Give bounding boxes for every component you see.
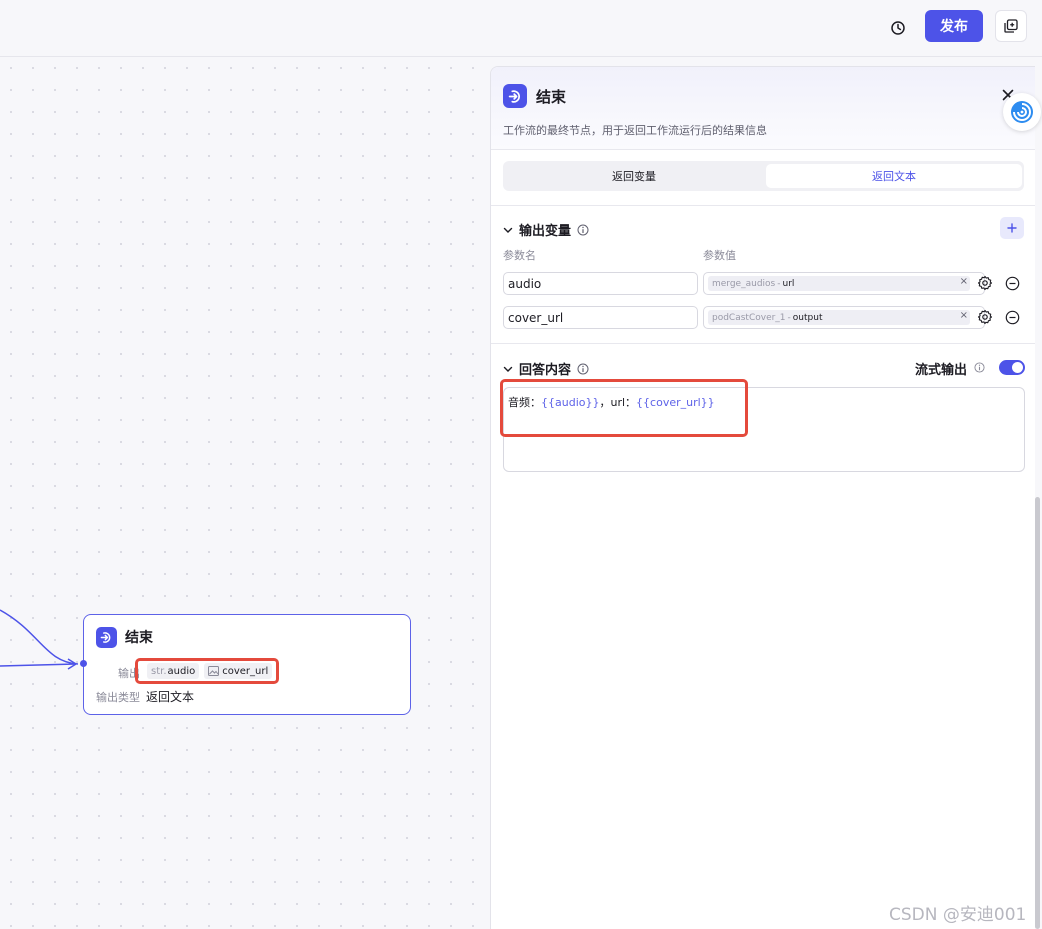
gear-icon[interactable] xyxy=(977,309,993,325)
input-port[interactable] xyxy=(80,660,87,667)
panel-header: 结束 工作流的最终节点，用于返回工作流运行后的结果信息 xyxy=(491,67,1035,150)
remove-row-icon[interactable] xyxy=(1005,310,1020,325)
panel-scrollbar[interactable] xyxy=(1035,497,1040,929)
chevron-down-icon xyxy=(503,366,513,372)
divider xyxy=(491,343,1035,344)
info-icon xyxy=(577,224,589,235)
info-icon xyxy=(577,363,589,374)
return-mode-tabs: 返回变量 返回文本 xyxy=(503,161,1024,191)
node-config-panel: 结束 工作流的最终节点，用于返回工作流运行后的结果信息 返回变量 返回文本 输出… xyxy=(490,66,1035,929)
section-title: 输出变量 xyxy=(519,224,572,239)
divider xyxy=(491,205,1035,206)
assistant-logo[interactable] xyxy=(1003,93,1041,131)
section-title: 回答内容 xyxy=(519,363,572,378)
end-node-icon xyxy=(503,84,527,108)
output-type-label: 输出类型 xyxy=(96,691,140,704)
end-node-icon xyxy=(96,627,117,648)
plus-icon xyxy=(1007,223,1017,233)
highlight-annotation xyxy=(500,379,748,437)
add-variable-button[interactable] xyxy=(1000,217,1024,239)
copy-icon xyxy=(1004,19,1018,33)
stream-output-label: 流式输出 xyxy=(915,363,968,378)
remove-reference-icon[interactable]: × xyxy=(960,276,968,287)
publish-button[interactable]: 发布 xyxy=(925,10,983,42)
gear-icon[interactable] xyxy=(977,275,993,291)
column-header-name: 参数名 xyxy=(503,249,536,262)
node-outputs: str. audio cover_url xyxy=(135,658,279,684)
swirl-logo-icon xyxy=(1011,101,1033,123)
param-value-select[interactable]: podCastCover_1 - output × xyxy=(703,306,985,329)
variable-reference-tag: merge_audios - url × xyxy=(708,276,970,291)
variable-reference-tag: podCastCover_1 - output × xyxy=(708,310,970,325)
end-node[interactable]: 结束 输出 str. audio cover_url 输出类型 返回文本 xyxy=(80,614,411,715)
param-name-input[interactable] xyxy=(503,272,698,295)
output-chip-cover-url: cover_url xyxy=(204,663,273,679)
copy-button[interactable] xyxy=(995,10,1027,42)
param-value-select[interactable]: merge_audios - url × xyxy=(703,272,985,295)
connection-edge xyxy=(0,609,79,670)
remove-row-icon[interactable] xyxy=(1005,276,1020,291)
history-button[interactable] xyxy=(884,14,912,42)
output-chip-audio: str. audio xyxy=(147,663,200,679)
info-icon xyxy=(974,362,985,373)
param-name-input[interactable] xyxy=(503,306,698,329)
image-icon xyxy=(208,666,220,676)
watermark: CSDN @安迪001 xyxy=(889,905,1027,925)
stream-output-toggle[interactable] xyxy=(999,360,1025,375)
tab-return-variables[interactable]: 返回变量 xyxy=(506,164,762,188)
node-title: 结束 xyxy=(125,630,153,646)
column-header-value: 参数值 xyxy=(703,249,736,262)
panel-description: 工作流的最终节点，用于返回工作流运行后的结果信息 xyxy=(503,124,767,137)
output-type-value: 返回文本 xyxy=(146,690,195,704)
remove-reference-icon[interactable]: × xyxy=(960,310,968,321)
output-variables-header[interactable]: 输出变量 xyxy=(503,220,589,239)
history-icon xyxy=(891,21,905,35)
panel-title: 结束 xyxy=(536,88,567,106)
chevron-down-icon xyxy=(503,227,513,233)
answer-content-header[interactable]: 回答内容 xyxy=(503,359,589,378)
workflow-canvas[interactable]: 结束 输出 str. audio cover_url 输出类型 返回文本 xyxy=(0,57,490,929)
top-bar: 发布 xyxy=(0,0,1042,57)
tab-return-text[interactable]: 返回文本 xyxy=(766,164,1022,188)
